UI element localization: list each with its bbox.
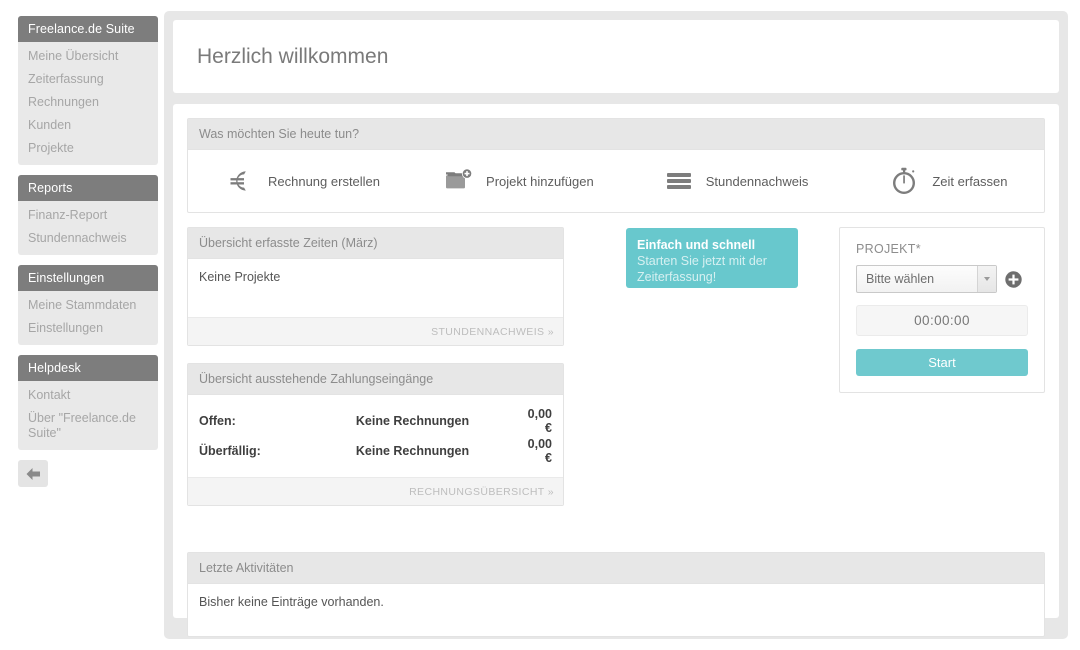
sidebar-item-rechnungen[interactable]: Rechnungen xyxy=(18,91,158,114)
payments-row-label-offen: Offen: xyxy=(199,414,236,428)
recent-activities-body: Bisher keine Einträge vorhanden. xyxy=(188,584,1044,636)
payments-row-amount-offen: 0,00 € xyxy=(527,407,552,435)
outstanding-payments-body: Offen: Keine Rechnungen 0,00 € Überfälli… xyxy=(188,395,563,477)
middle-right-column: Einfach und schnell Starten Sie jetzt mi… xyxy=(626,227,1045,506)
recent-activities-heading: Letzte Aktivitäten xyxy=(188,553,1044,584)
euro-icon xyxy=(224,168,258,194)
table-row: Offen: Keine Rechnungen 0,00 € xyxy=(199,406,552,436)
project-select[interactable]: Bitte wählen xyxy=(856,265,997,293)
sidebar-group-title-einstellungen: Einstellungen xyxy=(18,265,158,291)
payments-row-label-ueberfaellig: Überfällig: xyxy=(199,444,261,458)
list-lines-icon xyxy=(662,170,696,192)
sidebar-group-title-helpdesk: Helpdesk xyxy=(18,355,158,381)
sidebar-group-suite: Freelance.de Suite Meine Übersicht Zeite… xyxy=(18,16,158,165)
sidebar-item-projekte[interactable]: Projekte xyxy=(18,137,158,160)
sidebar-group-helpdesk: Helpdesk Kontakt Über "Freelance.de Suit… xyxy=(18,355,158,450)
start-timer-button[interactable]: Start xyxy=(856,349,1028,376)
sidebar-item-einstellungen[interactable]: Einstellungen xyxy=(18,317,158,340)
link-rechnungsuebersicht[interactable]: RECHNUNGSÜBERSICHT » xyxy=(409,486,554,498)
sidebar-item-meine-stammdaten[interactable]: Meine Stammdaten xyxy=(18,294,158,317)
sidebar-items-einstellungen: Meine Stammdaten Einstellungen xyxy=(18,291,158,345)
recent-activities-panel: Letzte Aktivitäten Bisher keine Einträge… xyxy=(187,552,1045,637)
sidebar-items-suite: Meine Übersicht Zeiterfassung Rechnungen… xyxy=(18,42,158,165)
action-label-stundennachweis: Stundennachweis xyxy=(705,173,809,189)
link-stundennachweis[interactable]: STUNDENNACHWEIS » xyxy=(431,326,554,338)
action-label-rechnung-erstellen: Rechnung erstellen xyxy=(268,173,381,189)
stopwatch-icon xyxy=(888,167,922,195)
app-root: Freelance.de Suite Meine Übersicht Zeite… xyxy=(0,0,1080,650)
quick-actions-row: Rechnung erstellen Projekt hinzufügen St… xyxy=(188,150,1044,212)
action-label-zeit-erfassen: Zeit erfassen xyxy=(932,173,1008,189)
sidebar-items-reports: Finanz-Report Stundennachweis xyxy=(18,201,158,255)
timer-widget: PROJEKT* Bitte wählen 00:00:00 Start xyxy=(839,227,1045,393)
sidebar-item-kontakt[interactable]: Kontakt xyxy=(18,384,158,407)
promo-box: Einfach und schnell Starten Sie jetzt mi… xyxy=(626,228,798,288)
sidebar-group-reports: Reports Finanz-Report Stundennachweis xyxy=(18,175,158,255)
sidebar-item-finanz-report[interactable]: Finanz-Report xyxy=(18,204,158,227)
outstanding-payments-table: Offen: Keine Rechnungen 0,00 € Überfälli… xyxy=(199,406,552,466)
middle-section: Übersicht erfasste Zeiten (März) Keine P… xyxy=(187,227,1045,506)
outstanding-payments-heading: Übersicht ausstehende Zahlungseingänge xyxy=(188,364,563,395)
recorded-times-panel: Übersicht erfasste Zeiten (März) Keine P… xyxy=(187,227,564,346)
outstanding-payments-footer: RECHNUNGSÜBERSICHT » xyxy=(188,477,563,505)
table-row: Überfällig: Keine Rechnungen 0,00 € xyxy=(199,436,552,466)
action-projekt-hinzufuegen[interactable]: Projekt hinzufügen xyxy=(442,168,594,194)
project-field-label: PROJEKT* xyxy=(856,242,921,256)
project-select-value: Bitte wählen xyxy=(866,272,935,286)
recorded-times-footer: STUNDENNACHWEIS » xyxy=(188,317,563,345)
folder-plus-icon xyxy=(442,168,476,194)
quick-actions-heading: Was möchten Sie heute tun? xyxy=(188,119,1044,150)
recorded-times-empty-text: Keine Projekte xyxy=(199,270,281,284)
promo-title: Einfach und schnell xyxy=(637,238,756,252)
welcome-card: Herzlich willkommen xyxy=(173,20,1059,93)
action-zeit-erfassen[interactable]: Zeit erfassen xyxy=(888,167,1008,195)
add-project-button[interactable] xyxy=(1005,270,1022,288)
sidebar-item-stundennachweis[interactable]: Stundennachweis xyxy=(18,227,158,250)
recorded-times-body: Keine Projekte xyxy=(188,259,563,317)
action-rechnung-erstellen[interactable]: Rechnung erstellen xyxy=(224,168,380,194)
content-card: Was möchten Sie heute tun? Rechnung erst… xyxy=(173,104,1059,637)
sidebar: Freelance.de Suite Meine Übersicht Zeite… xyxy=(18,16,158,487)
sidebar-group-title-reports: Reports xyxy=(18,175,158,201)
sidebar-group-einstellungen: Einstellungen Meine Stammdaten Einstellu… xyxy=(18,265,158,345)
project-select-row: Bitte wählen xyxy=(856,265,1028,293)
payments-row-status-ueberfaellig: Keine Rechnungen xyxy=(355,444,470,458)
sidebar-item-kunden[interactable]: Kunden xyxy=(18,114,158,137)
quick-actions-panel: Was möchten Sie heute tun? Rechnung erst… xyxy=(187,118,1045,213)
action-stundennachweis[interactable]: Stundennachweis xyxy=(662,170,809,192)
sidebar-collapse-button[interactable] xyxy=(18,460,48,487)
payments-row-amount-ueberfaellig: 0,00 € xyxy=(527,437,552,465)
action-label-projekt-hinzufuegen: Projekt hinzufügen xyxy=(486,173,594,189)
sidebar-group-title-suite: Freelance.de Suite xyxy=(18,16,158,42)
recent-activities-empty-text: Bisher keine Einträge vorhanden. xyxy=(199,595,384,609)
sidebar-items-helpdesk: Kontakt Über "Freelance.de Suite" xyxy=(18,381,158,450)
chevron-down-icon xyxy=(977,266,996,292)
outstanding-payments-panel: Übersicht ausstehende Zahlungseingänge O… xyxy=(187,363,564,506)
sidebar-item-meine-uebersicht[interactable]: Meine Übersicht xyxy=(18,45,158,68)
middle-left-column: Übersicht erfasste Zeiten (März) Keine P… xyxy=(187,227,564,506)
page-title: Herzlich willkommen xyxy=(197,44,389,68)
timer-clock-display: 00:00:00 xyxy=(856,305,1028,336)
arrow-left-icon xyxy=(25,467,42,481)
promo-text: Starten Sie jetzt mit der Zeiterfassung! xyxy=(637,254,767,284)
payments-row-status-offen: Keine Rechnungen xyxy=(355,414,470,428)
recorded-times-heading: Übersicht erfasste Zeiten (März) xyxy=(188,228,563,259)
main-container: Herzlich willkommen Was möchten Sie heut… xyxy=(164,11,1068,639)
sidebar-item-zeiterfassung[interactable]: Zeiterfassung xyxy=(18,68,158,91)
sidebar-item-ueber-freelance-suite[interactable]: Über "Freelance.de Suite" xyxy=(18,407,158,445)
